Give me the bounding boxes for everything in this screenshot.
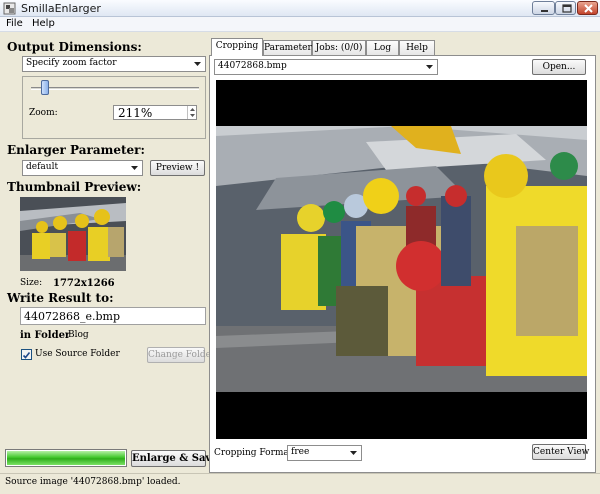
- smilla-app-icon: [3, 2, 16, 15]
- cropping-panel: 44072868.bmp Open... Cropping Format: fr…: [209, 55, 596, 473]
- zoom-spin-buttons[interactable]: [187, 106, 196, 119]
- chevron-down-icon: [426, 65, 433, 69]
- checkmark-icon: [22, 352, 31, 359]
- cropping-format-select[interactable]: free: [287, 445, 362, 461]
- cropping-format-value: free: [291, 447, 310, 457]
- folder-label: in Folder: [20, 330, 71, 341]
- menu-bar: File Help: [0, 17, 600, 32]
- chevron-down-icon: [194, 62, 201, 66]
- output-dimensions-heading: Output Dimensions:: [7, 40, 142, 54]
- zoom-slider-track[interactable]: [31, 87, 199, 90]
- chevron-down-icon: [131, 166, 138, 170]
- tab-parameter[interactable]: Parameter: [263, 40, 312, 55]
- dimension-mode-value: Specify zoom factor: [26, 58, 117, 68]
- use-source-folder-checkbox[interactable]: [21, 349, 32, 360]
- tab-cropping[interactable]: Cropping: [211, 38, 263, 56]
- tab-help[interactable]: Help: [399, 40, 435, 55]
- output-filename-input[interactable]: 44072868_e.bmp: [20, 307, 206, 325]
- maximize-icon: [562, 4, 572, 13]
- zoom-label: Zoom:: [29, 108, 58, 118]
- menu-file[interactable]: File: [6, 18, 23, 29]
- source-file-value: 44072868.bmp: [218, 61, 287, 71]
- maximize-button[interactable]: [555, 1, 576, 15]
- source-photo: [216, 126, 587, 392]
- tab-jobs[interactable]: Jobs: (0/0): [312, 40, 366, 55]
- tab-log[interactable]: Log: [366, 40, 399, 55]
- cropping-format-label: Cropping Format:: [214, 448, 296, 458]
- chevron-down-icon: [350, 451, 357, 455]
- size-value: 1772x1266: [53, 278, 115, 289]
- status-message: Source image '44072868.bmp' loaded.: [5, 477, 181, 487]
- window-title: SmillaEnlarger: [21, 2, 101, 15]
- parameter-preset-select[interactable]: default: [22, 160, 143, 176]
- title-bar: SmillaEnlarger: [0, 0, 600, 17]
- zoom-value: 211%: [118, 106, 153, 120]
- thumbnail-preview-heading: Thumbnail Preview:: [7, 180, 142, 194]
- use-source-folder-label: Use Source Folder: [35, 349, 120, 359]
- thumbnail-image: [20, 197, 126, 271]
- progress-fill: [7, 451, 125, 465]
- menu-help[interactable]: Help: [32, 18, 55, 29]
- center-view-button[interactable]: Center View: [532, 444, 589, 460]
- change-folder-button[interactable]: Change Folder: [147, 347, 215, 363]
- dimension-mode-select[interactable]: Specify zoom factor: [22, 56, 206, 72]
- zoom-slider-thumb[interactable]: [41, 80, 49, 95]
- parameter-preset-value: default: [26, 162, 59, 172]
- open-button[interactable]: Open...: [532, 59, 586, 75]
- size-label: Size:: [20, 278, 43, 288]
- write-result-heading: Write Result to:: [7, 291, 114, 305]
- progress-bar: [5, 449, 127, 467]
- crop-image-area[interactable]: [216, 80, 587, 439]
- minimize-icon: [541, 10, 548, 12]
- preview-button[interactable]: Preview !: [150, 160, 205, 176]
- status-bar: Source image '44072868.bmp' loaded.: [0, 473, 600, 494]
- spin-arrows-icon: [190, 108, 195, 117]
- zoom-group: Zoom: 211%: [22, 76, 206, 139]
- close-icon: [584, 4, 593, 13]
- enlarger-parameter-heading: Enlarger Parameter:: [7, 143, 145, 157]
- folder-value: Blog: [68, 330, 89, 340]
- zoom-spinbox[interactable]: 211%: [113, 105, 197, 120]
- close-button[interactable]: [577, 1, 598, 15]
- enlarge-save-button[interactable]: Enlarge & Save: [131, 450, 218, 467]
- minimize-button[interactable]: [532, 1, 555, 15]
- source-file-select[interactable]: 44072868.bmp: [214, 59, 438, 75]
